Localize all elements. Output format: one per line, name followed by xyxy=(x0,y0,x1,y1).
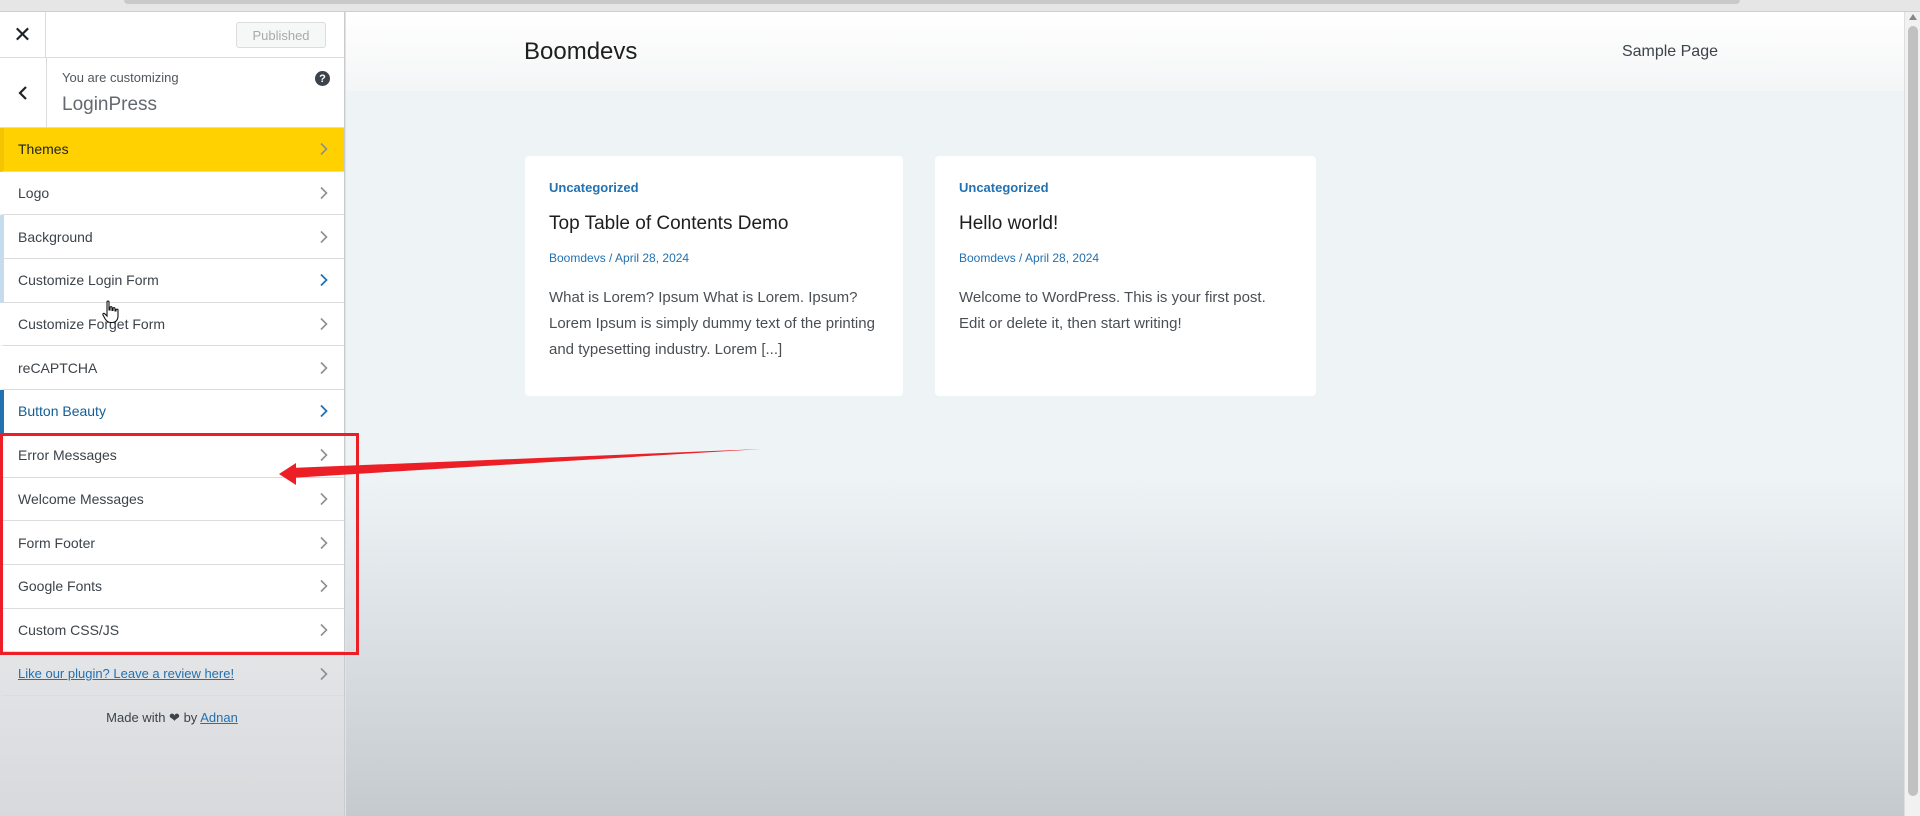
scroll-up-icon[interactable] xyxy=(1909,14,1917,20)
browser-top-strip xyxy=(0,0,1920,12)
chevron-right-icon xyxy=(320,274,328,287)
menu-item-customize-login-form[interactable]: Customize Login Form xyxy=(0,259,344,303)
chevron-left-icon xyxy=(18,86,27,100)
post-title[interactable]: Top Table of Contents Demo xyxy=(549,213,879,235)
scrollbar-thumb[interactable] xyxy=(1908,26,1918,796)
post-title[interactable]: Hello world! xyxy=(959,213,1292,235)
preview-scrollbar[interactable] xyxy=(1904,12,1920,816)
published-button[interactable]: Published xyxy=(236,22,326,48)
close-icon: ✕ xyxy=(13,22,32,47)
post-card: Uncategorized Top Table of Contents Demo… xyxy=(525,156,903,396)
menu-item-logo[interactable]: Logo xyxy=(0,171,344,216)
close-customizer-button[interactable]: ✕ xyxy=(0,12,46,58)
menu-item-label: Customize Forget Form xyxy=(18,316,166,333)
menu-item-recaptcha[interactable]: reCAPTCHA xyxy=(0,346,344,391)
site-header: Boomdevs Sample Page xyxy=(346,12,1904,91)
customizing-title: LoginPress xyxy=(62,94,158,115)
chevron-right-icon xyxy=(320,318,328,331)
post-excerpt: What is Lorem? Ipsum What is Lorem. Ipsu… xyxy=(549,289,875,358)
annotation-highlight-box xyxy=(0,433,359,655)
customizing-prefix: You are customizing xyxy=(62,70,179,85)
menu-item-button-beauty[interactable]: Button Beauty xyxy=(0,390,344,434)
help-icon[interactable]: ? xyxy=(315,71,330,86)
customizer-header: ✕ Published xyxy=(0,12,344,58)
menu-item-label: Background xyxy=(18,228,93,245)
chevron-right-icon xyxy=(320,186,328,200)
chevron-right-icon xyxy=(320,361,328,374)
menu-item-label: reCAPTCHA xyxy=(18,359,98,376)
made-with-credit: Made with ❤ by Adnan xyxy=(0,696,344,726)
post-category[interactable]: Uncategorized xyxy=(959,180,1292,195)
post-card: Uncategorized Hello world! Boomdevs / Ap… xyxy=(935,156,1316,396)
menu-item-label: Button Beauty xyxy=(18,403,106,420)
chevron-right-icon xyxy=(320,230,328,243)
site-title[interactable]: Boomdevs xyxy=(524,38,637,66)
post-excerpt: Welcome to WordPress. This is your first… xyxy=(959,289,1266,332)
browser-address-bar[interactable] xyxy=(124,0,1740,4)
pointer-hand-icon xyxy=(102,300,119,324)
menu-item-themes[interactable]: Themes xyxy=(0,128,344,172)
back-button[interactable] xyxy=(0,58,47,128)
menu-item-label: Themes xyxy=(18,141,69,158)
post-category[interactable]: Uncategorized xyxy=(549,180,879,195)
nav-link-sample-page[interactable]: Sample Page xyxy=(1622,43,1718,61)
post-meta[interactable]: Boomdevs / April 28, 2024 xyxy=(959,251,1292,265)
review-link-item[interactable]: Like our plugin? Leave a review here! xyxy=(0,652,344,696)
heart-icon: ❤ xyxy=(169,709,180,725)
customizing-info: You are customizing LoginPress ? xyxy=(0,58,344,128)
menu-item-background[interactable]: Background xyxy=(0,215,344,260)
chevron-right-icon xyxy=(320,143,328,156)
post-meta[interactable]: Boomdevs / April 28, 2024 xyxy=(549,251,879,265)
menu-item-label: Logo xyxy=(18,185,50,202)
review-link[interactable]: Like our plugin? Leave a review here! xyxy=(18,666,234,681)
chevron-right-icon xyxy=(320,405,328,418)
customizer-sidebar: ✕ Published You are customizing LoginPre… xyxy=(0,12,345,816)
author-link[interactable]: Adnan xyxy=(200,710,238,725)
made-with-by: by xyxy=(183,709,198,725)
made-with-prefix: Made with xyxy=(106,709,166,725)
chevron-right-icon xyxy=(320,667,328,680)
menu-item-customize-forget-form[interactable]: Customize Forget Form xyxy=(0,302,344,347)
site-preview: Boomdevs Sample Page Uncategorized Top T… xyxy=(346,12,1904,816)
menu-item-label: Customize Login Form xyxy=(18,272,159,289)
